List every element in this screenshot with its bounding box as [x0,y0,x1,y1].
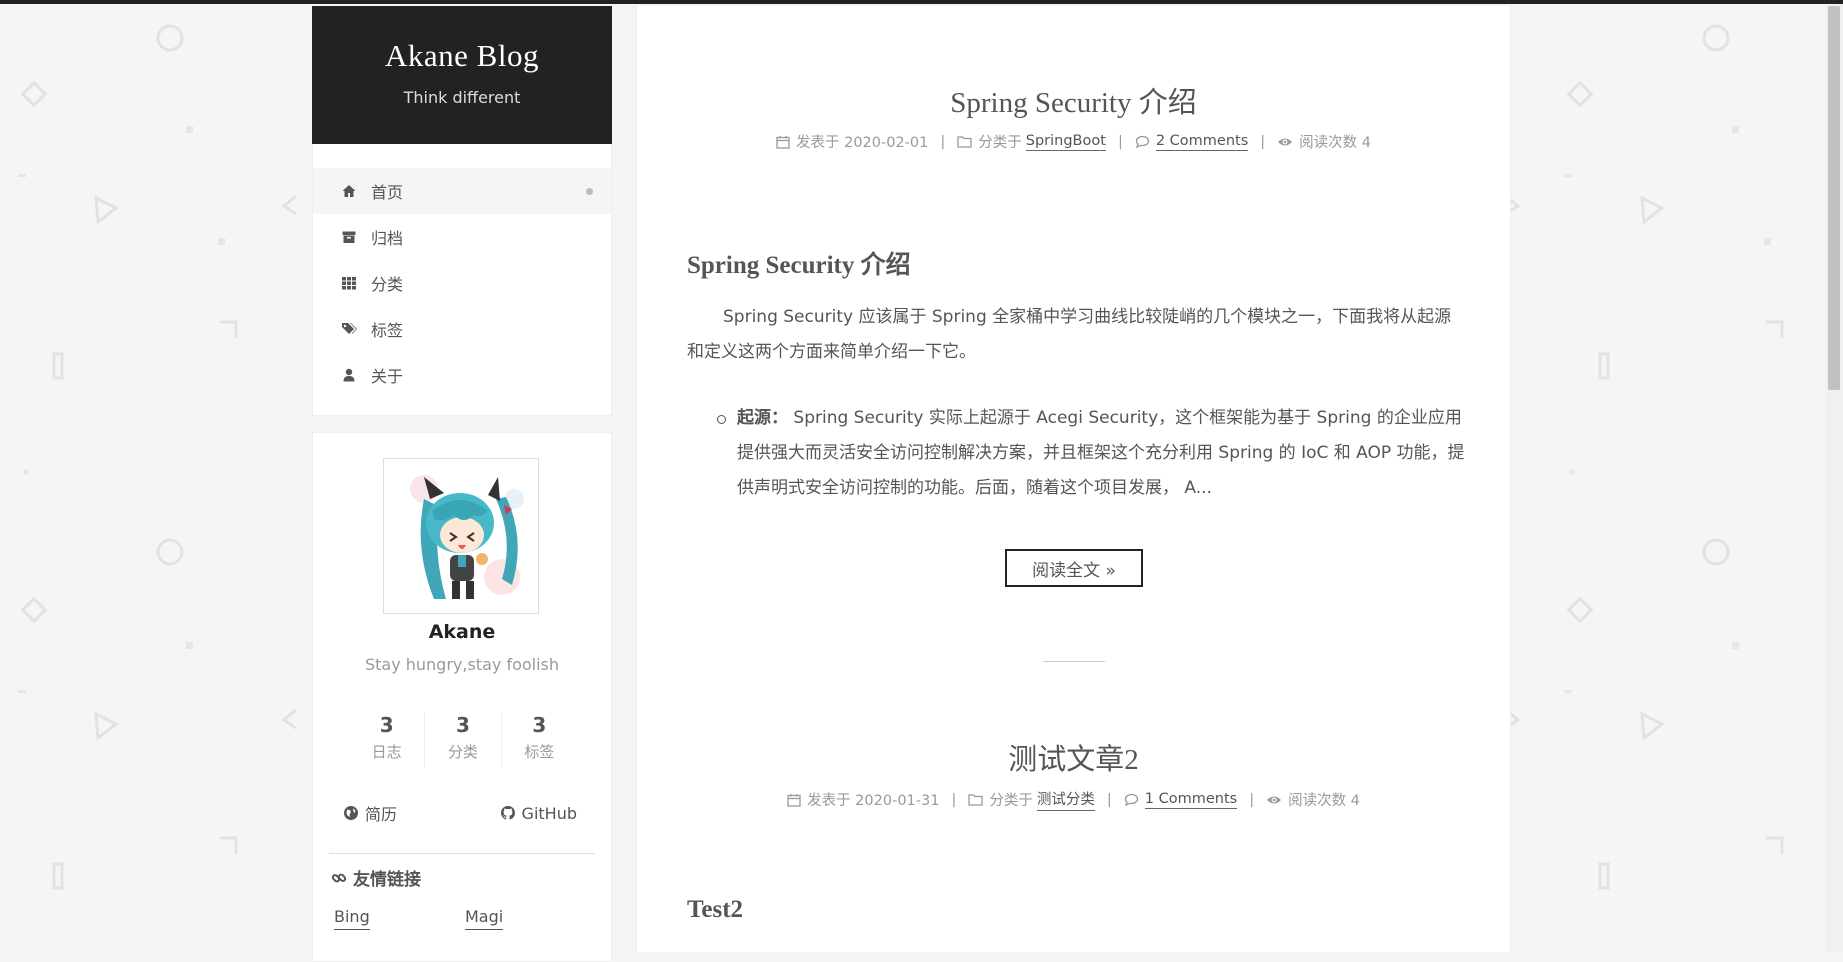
active-indicator [586,188,593,195]
read-more-button[interactable]: 阅读全文 » [1005,549,1143,587]
friends-title-label: 友情链接 [353,870,421,890]
post-title[interactable]: 测试文章2 [637,736,1510,778]
stat-label: 日志 [371,743,402,761]
calendar-icon [776,135,790,149]
post-date: 发表于 2020-01-31 [787,789,939,810]
eye-icon [1277,136,1293,148]
archive-icon [341,229,357,245]
resume-link[interactable]: 简历 [343,801,397,825]
post-date-text: 发表于 2020-02-01 [795,135,929,151]
friend-link-magi[interactable]: Magi [465,907,504,930]
menu-item-archive[interactable]: 归档 [313,214,611,260]
comment-icon [1124,793,1139,806]
comments-link[interactable]: 2 Comments [1155,133,1249,151]
meta-separator: | [1249,791,1255,808]
post-comments: 1 Comments [1124,791,1238,809]
calendar-icon [787,793,801,807]
site-subtitle: Think different [403,88,521,107]
social-links: 简历 GitHub [337,801,597,825]
category-link[interactable]: 测试分类 [1036,788,1095,811]
comment-icon [1135,135,1150,148]
site-stats: 3 日志 3 分类 3 标签 [349,713,577,767]
author-motto: Stay hungry,stay foolish [364,655,560,674]
post-title[interactable]: Spring Security 介绍 [637,79,1510,121]
post-comments: 2 Comments [1135,133,1249,151]
stat-posts[interactable]: 3 日志 [349,713,424,767]
category-prefix: 分类于 [978,135,1022,151]
views-text: 阅读次数 4 [1299,135,1371,151]
list-item-text: Spring Security 实际上起源于 Acegi Security，这个… [737,408,1465,498]
category-prefix: 分类于 [989,793,1033,809]
github-link[interactable]: GitHub [500,801,577,825]
stat-label: 分类 [447,743,478,761]
author-name: Akane [428,621,496,643]
excerpt-paragraph: Spring Security 应该属于 Spring 全家桶中学习曲线比较陡峭… [687,307,1452,362]
meta-separator: | [951,791,957,808]
author-profile: Akane Stay hungry,stay foolish 3 日志 3 分类… [312,432,612,962]
avatar-illustration [410,475,524,599]
github-icon [500,805,516,821]
menu-item-label: 首页 [371,183,404,202]
site-brand: Akane Blog Think different [312,6,612,144]
post-date: 发表于 2020-02-01 [776,131,928,152]
post-category: 分类于 SpringBoot [957,131,1106,152]
menu-item-label: 分类 [371,275,404,294]
meta-separator: | [1260,133,1266,150]
friend-link-bing[interactable]: Bing [334,907,370,930]
menu-item-tags[interactable]: 标签 [313,306,611,352]
link-label: 简历 [365,805,398,824]
menu-item-categories[interactable]: 分类 [313,260,611,306]
post-views: 阅读次数 4 [1277,131,1371,152]
eye-icon [1266,794,1282,806]
list-item-label: 起源： [737,408,788,428]
list-bullet [717,415,726,424]
th-icon [341,275,357,291]
link-label: GitHub [521,803,577,823]
post-divider [1043,661,1105,662]
scrollbar[interactable] [1825,4,1843,952]
menu-item-label: 归档 [371,229,404,248]
home-icon [341,183,357,199]
views-text: 阅读次数 4 [1288,793,1360,809]
excerpt-list-item: 起源： Spring Security 实际上起源于 Acegi Securit… [737,401,1468,506]
meta-separator: | [1106,791,1112,808]
meta-separator: | [1117,133,1123,150]
comments-link[interactable]: 1 Comments [1144,791,1238,809]
post-meta: 发表于 2020-02-01 | 分类于 SpringBoot | 2 Comm… [637,131,1510,152]
menu-item-home[interactable]: 首页 [313,168,611,214]
excerpt-heading: Spring Security 介绍 [687,252,911,279]
main-content: Spring Security 介绍 发表于 2020-02-01 | 分类于 … [636,6,1511,952]
stat-categories[interactable]: 3 分类 [424,713,500,767]
post-meta: 发表于 2020-01-31 | 分类于 测试分类 | 1 Comments |… [637,788,1510,811]
post-views: 阅读次数 4 [1266,789,1360,810]
folder-icon [957,135,972,148]
user-icon [341,367,357,383]
scrollbar-thumb[interactable] [1828,6,1840,390]
link-icon [331,870,347,886]
excerpt-heading: Test2 [687,896,744,923]
main-menu: 首页 归档 分类 标签 关于 [312,144,612,416]
friends-title: 友情链接 [331,865,421,890]
category-link[interactable]: SpringBoot [1025,133,1106,151]
divider [329,853,595,854]
post-category: 分类于 测试分类 [968,788,1095,811]
stat-label: 标签 [524,743,555,761]
tags-icon [341,321,357,337]
stat-count: 3 [456,713,470,737]
stat-count: 3 [379,713,394,737]
post-date-text: 发表于 2020-01-31 [807,793,940,809]
stat-count: 3 [532,713,547,737]
globe-icon [343,805,359,821]
menu-item-label: 关于 [371,367,404,386]
meta-separator: | [940,133,946,150]
menu-item-about[interactable]: 关于 [313,352,611,398]
avatar [383,458,539,614]
site-title[interactable]: Akane Blog [312,38,612,74]
folder-icon [968,793,984,806]
stat-tags[interactable]: 3 标签 [500,713,577,767]
menu-item-label: 标签 [371,321,404,340]
